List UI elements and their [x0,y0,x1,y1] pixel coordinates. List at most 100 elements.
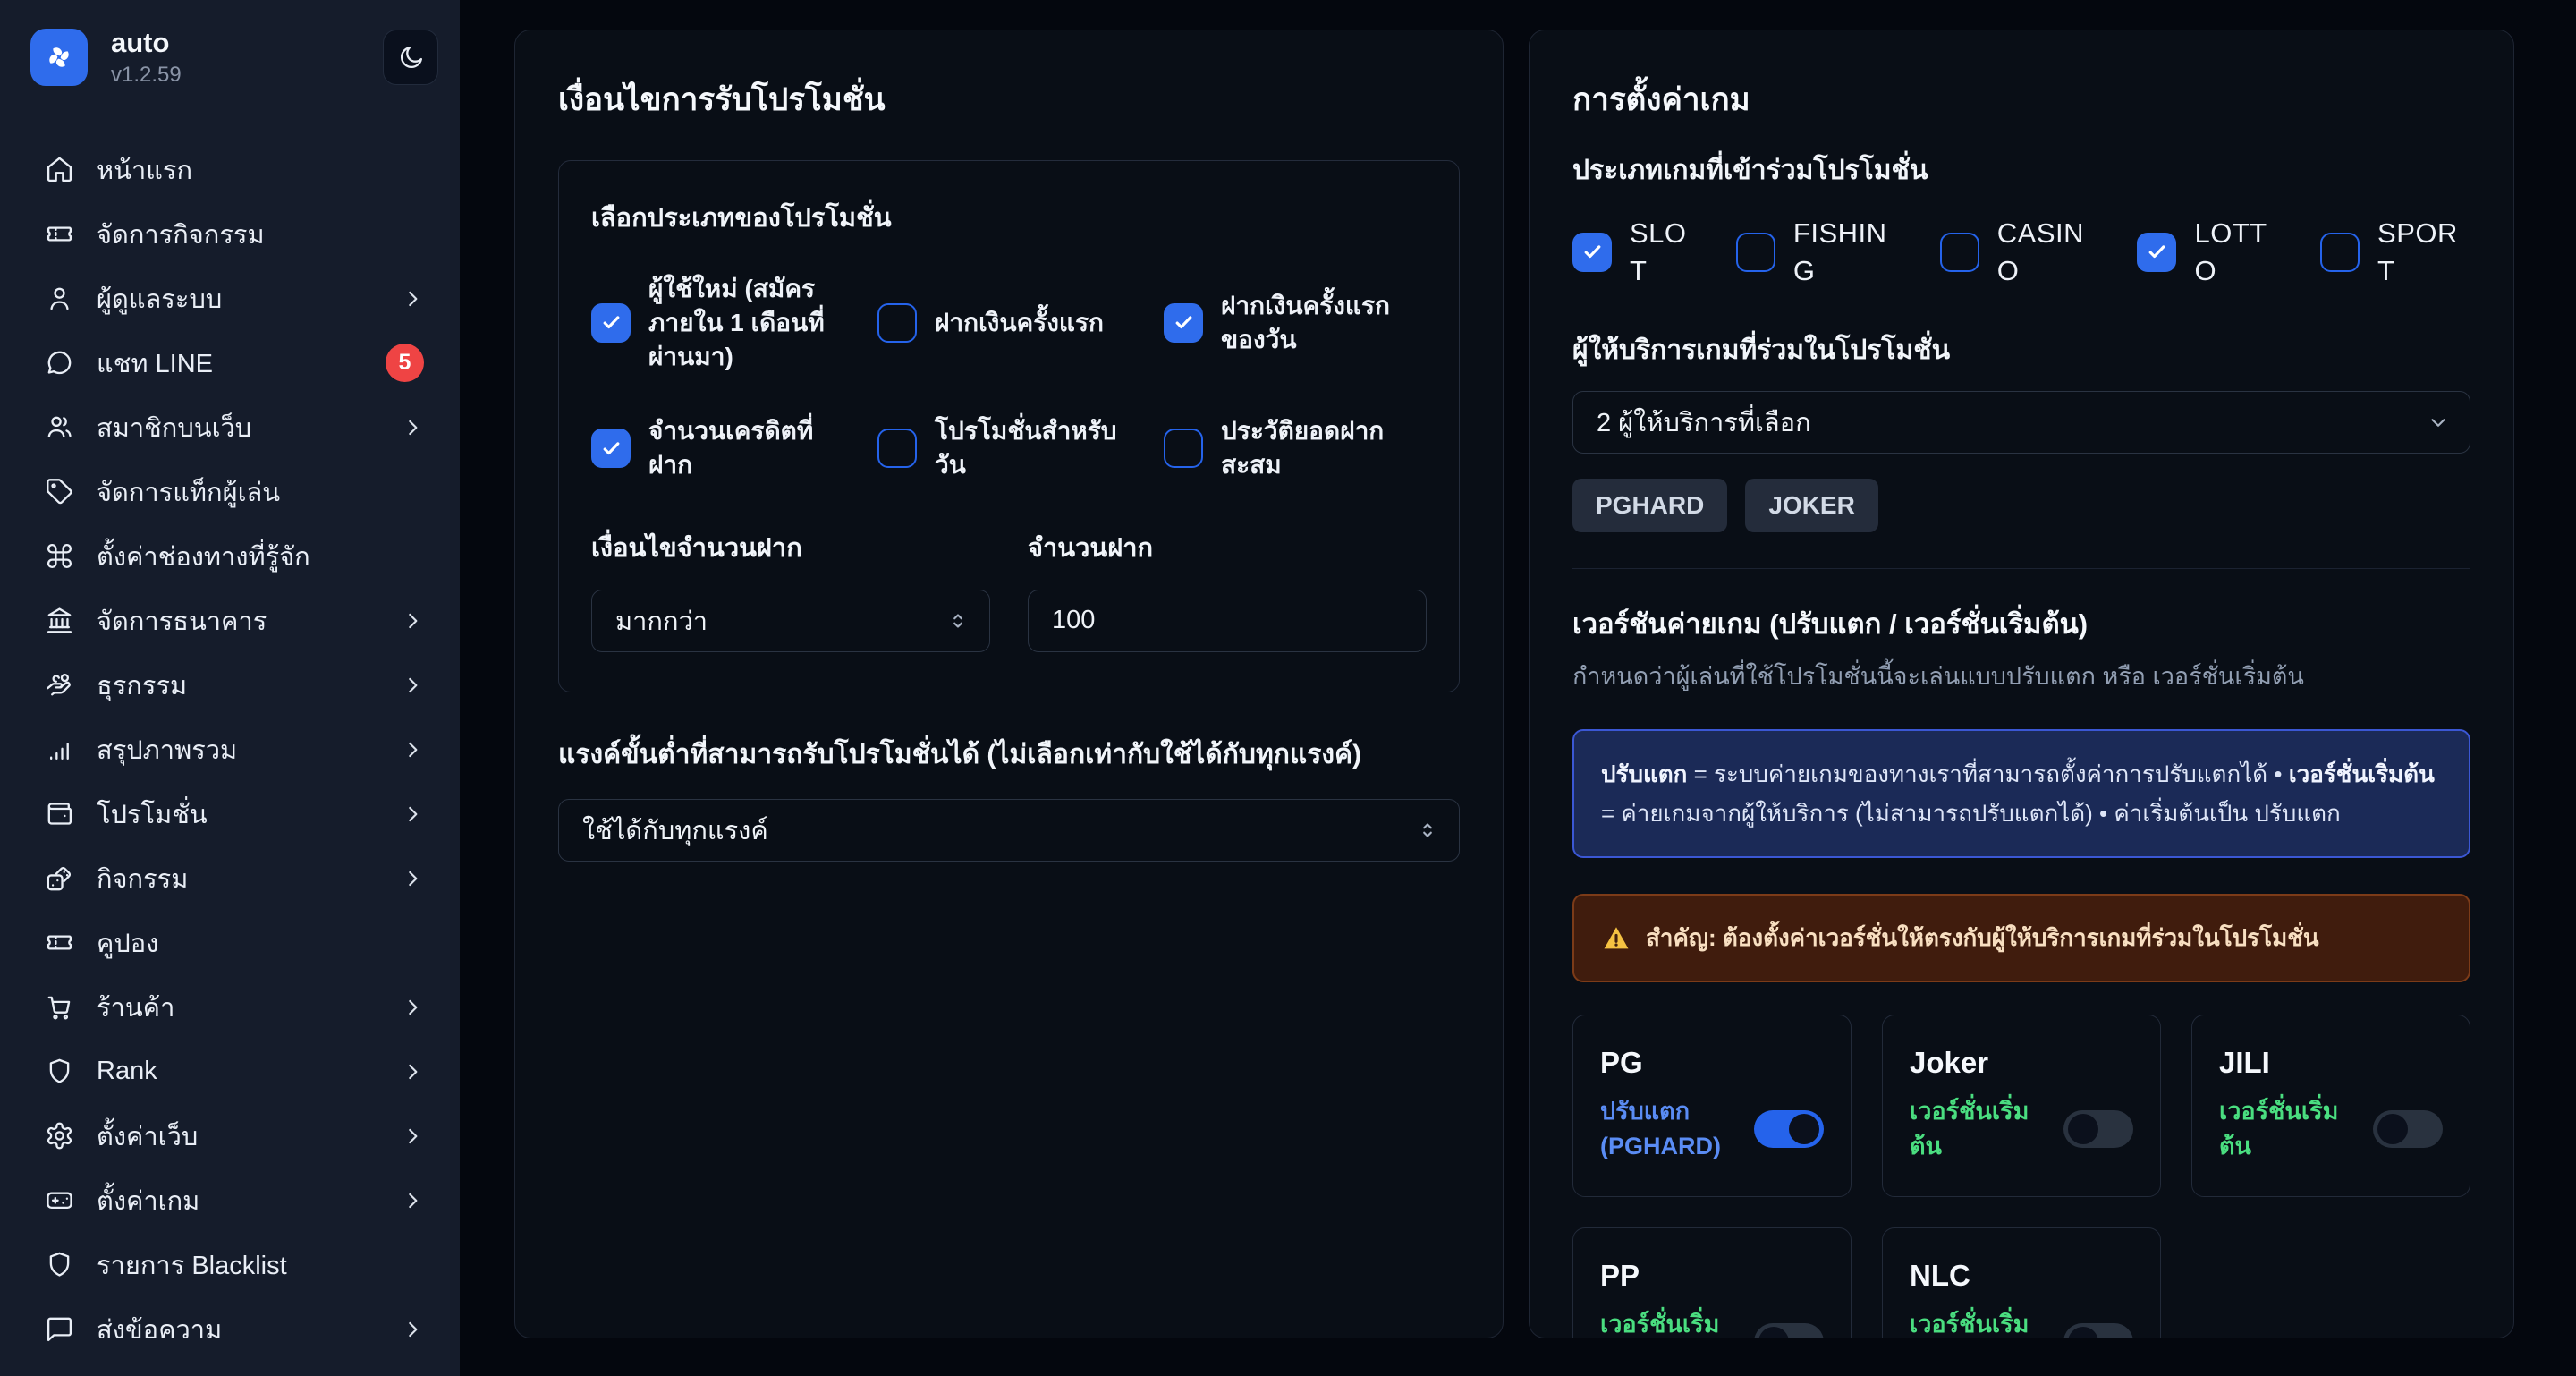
checkbox-label: จำนวนเครดิตที่ฝาก [648,414,854,482]
chevron-right-icon [401,674,424,697]
sidebar-menu: หน้าแรก จัดการกิจกรรม ผู้ดูแลระบบ แชท LI… [25,138,440,1362]
checkbox[interactable] [591,429,631,468]
sidebar-item-10[interactable]: โปรโมชั่น [25,782,440,846]
sidebar-item-label: หน้าแรก [97,149,192,191]
checkbox[interactable] [1572,233,1612,272]
sidebar-item-label: รายการ Blacklist [97,1244,287,1286]
game-types-label: ประเภทเกมที่เข้าร่วมโปรโมชั่น [1572,149,2470,191]
sidebar-item-1[interactable]: จัดการกิจกรรม [25,202,440,267]
chevron-right-icon [401,1125,424,1148]
provider-chips: PGHARD JOKER [1572,479,2470,532]
version-toggle[interactable] [1754,1323,1824,1338]
version-toggle[interactable] [2063,1110,2133,1148]
checkbox[interactable] [1164,303,1203,343]
checkbox-label: SPORT [2377,215,2470,290]
provider-version-status: เวอร์ชั่นเริ่ม ต้น [1910,1307,2044,1338]
cart-icon [45,992,74,1022]
sidebar-item-2[interactable]: ผู้ดูแลระบบ [25,267,440,331]
game-settings-panel: การตั้งค่าเกม ประเภทเกมที่เข้าร่วมโปรโมช… [1529,30,2514,1338]
promotion-conditions-panel: เงื่อนไขการรับโปรโมชั่น เลือกประเภทของโป… [514,30,1504,1338]
sidebar-item-label: โปรโมชั่น [97,794,208,835]
checkbox-option[interactable]: LOTTO [2137,215,2284,290]
sidebar-item-5[interactable]: จัดการแท็กผู้เล่น [25,460,440,524]
chevron-right-icon [401,1189,424,1212]
sidebar-item-14[interactable]: Rank [25,1040,440,1104]
sidebar-item-11[interactable]: กิจกรรม [25,846,440,911]
sidebar-item-4[interactable]: สมาชิกบนเว็บ [25,395,440,460]
sidebar-item-8[interactable]: ธุรกรรม [25,653,440,718]
checkbox[interactable] [1736,233,1775,272]
checkbox-option[interactable]: SLOT [1572,215,1700,290]
checkbox-option[interactable]: FISHING [1736,215,1904,290]
wallet-icon [45,799,74,828]
sidebar-item-6[interactable]: ตั้งค่าช่องทางที่รู้จัก [25,524,440,589]
chevron-up-down-icon [1416,819,1439,842]
dark-mode-toggle[interactable] [383,30,438,85]
chevron-right-icon [401,738,424,761]
provider-version-card: PP เวอร์ชั่นเริ่ม ต้น [1572,1227,1852,1338]
sidebar-item-16[interactable]: ตั้งค่าเกม [25,1168,440,1233]
checkbox-option[interactable]: ฝากเงินครั้งแรก ของวัน [1164,272,1427,373]
sidebar-item-15[interactable]: ตั้งค่าเว็บ [25,1104,440,1168]
shield-icon [45,1057,74,1086]
checkbox-label: LOTTO [2194,215,2284,290]
sidebar-item-12[interactable]: คูปอง [25,911,440,975]
deposit-amount-label: จำนวนฝาก [1028,527,1427,568]
checkbox-label: CASINO [1997,215,2102,290]
deposit-amount-field: จำนวนฝาก [1028,527,1427,652]
version-warning-box: สำคัญ: ต้องตั้งค่าเวอร์ชั่นให้ตรงกับผู้ใ… [1572,894,2470,982]
checkbox-option[interactable]: จำนวนเครดิตที่ฝาก [591,414,854,482]
sidebar-item-label: สรุปภาพรวม [97,729,237,770]
provider-version-card: NLC เวอร์ชั่นเริ่ม ต้น [1882,1227,2161,1338]
version-toggle[interactable] [2063,1323,2133,1338]
sidebar-item-label: ตั้งค่าเกม [97,1180,199,1221]
provider-version-card: Joker เวอร์ชั่นเริ่ม ต้น [1882,1015,2161,1197]
app-logo-icon [30,29,88,86]
provider-name: PG [1600,1046,1824,1080]
version-toggle[interactable] [1754,1110,1824,1148]
promo-type-options: ผู้ใช้ใหม่ (สมัคร ภายใน 1 เดือนที่ ผ่านม… [591,272,1427,482]
sidebar-item-13[interactable]: ร้านค้า [25,975,440,1040]
toggle-knob [2068,1114,2098,1144]
sidebar-item-17[interactable]: รายการ Blacklist [25,1233,440,1297]
checkbox-option[interactable]: โปรโมชั่นสำหรับวัน [877,414,1140,482]
deposit-condition-label: เงื่อนไขจำนวนฝาก [591,527,990,568]
toggle-knob [2377,1114,2408,1144]
check-icon [599,437,623,461]
providers-select[interactable]: 2 ผู้ให้บริการที่เลือก [1572,391,2470,454]
checkbox[interactable] [877,303,917,343]
provider-chip[interactable]: PGHARD [1572,479,1727,532]
checkbox[interactable] [877,429,917,468]
checkbox[interactable] [591,303,631,343]
checkbox[interactable] [2320,233,2360,272]
deposit-amount-input[interactable] [1028,590,1427,652]
provider-chip[interactable]: JOKER [1745,479,1877,532]
chevron-right-icon [401,1060,424,1083]
sidebar-item-9[interactable]: สรุปภาพรวม [25,718,440,782]
checkbox-option[interactable]: CASINO [1940,215,2102,290]
checkbox[interactable] [2137,233,2176,272]
check-icon [599,310,623,335]
sidebar-item-label: ส่งข้อความ [97,1309,222,1350]
app-version: v1.2.59 [111,63,182,88]
checkbox-option[interactable]: ประวัติยอดฝาก สะสม [1164,414,1427,482]
sidebar-item-label: จัดการธนาคาร [97,600,267,641]
sidebar-item-label: ตั้งค่าเว็บ [97,1116,198,1157]
checkbox-option[interactable]: SPORT [2320,215,2470,290]
sidebar-item-18[interactable]: ส่งข้อความ [25,1297,440,1362]
checkbox-option[interactable]: ผู้ใช้ใหม่ (สมัคร ภายใน 1 เดือนที่ ผ่านม… [591,272,854,373]
sidebar-item-3[interactable]: แชท LINE 5 [25,331,440,395]
checkbox[interactable] [1940,233,1979,272]
min-rank-select[interactable]: ใช้ได้กับทุกแรงค์ [558,799,1460,862]
app-name: auto [111,27,182,59]
sidebar-item-label: จัดการกิจกรรม [97,214,265,255]
sidebar-item-7[interactable]: จัดการธนาคาร [25,589,440,653]
checkbox[interactable] [1164,429,1203,468]
provider-version-cards: PG ปรับแตก (PGHARD) Joker เวอร์ชั่นเริ่ม… [1572,1015,2470,1338]
sidebar-item-label: Rank [97,1057,157,1086]
version-toggle[interactable] [2373,1110,2443,1148]
sidebar-item-label: กิจกรรม [97,858,188,899]
checkbox-option[interactable]: ฝากเงินครั้งแรก [877,272,1140,373]
deposit-condition-select[interactable]: มากกว่า [591,590,990,652]
sidebar-item-0[interactable]: หน้าแรก [25,138,440,202]
